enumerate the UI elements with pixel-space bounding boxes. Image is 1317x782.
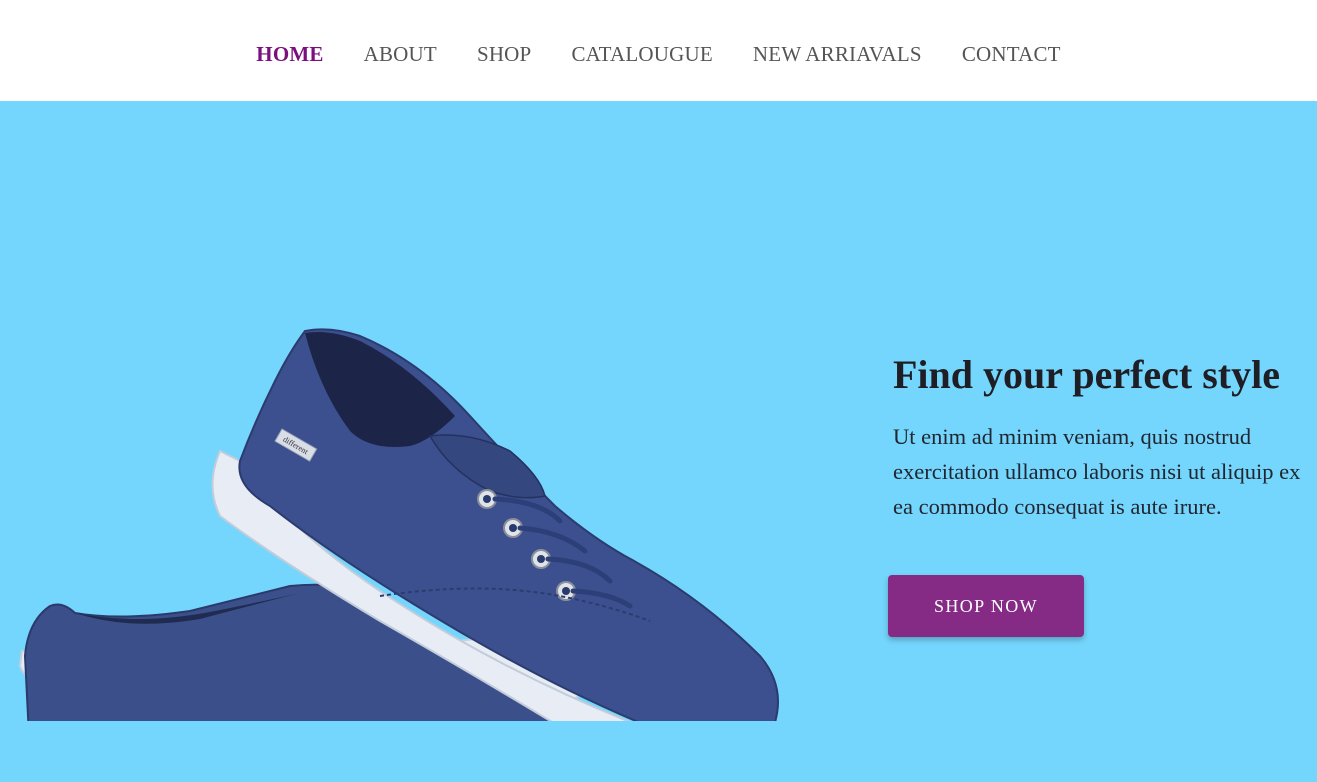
nav-item-contact[interactable]: CONTACT <box>942 42 1081 67</box>
nav-item-new-arrivals[interactable]: NEW ARRIAVALS <box>733 42 942 67</box>
nav-item-shop[interactable]: SHOP <box>457 42 552 67</box>
shop-now-button[interactable]: SHOP NOW <box>888 575 1084 637</box>
hero-content: Find your perfect style Ut enim ad minim… <box>893 353 1308 524</box>
hero-section: different Find your perfect style Ut eni… <box>0 101 1317 782</box>
hero-description: Ut enim ad minim veniam, quis nostrud ex… <box>893 424 1301 519</box>
hero-title: Find your perfect style <box>893 352 1280 397</box>
nav-item-about[interactable]: ABOUT <box>344 42 457 67</box>
nav-item-catalogue[interactable]: CATALOUGUE <box>551 42 732 67</box>
hero-shoes-image: different <box>18 328 779 721</box>
main-navigation: HOME ABOUT SHOP CATALOUGUE NEW ARRIAVALS… <box>0 0 1317 101</box>
nav-list: HOME ABOUT SHOP CATALOUGUE NEW ARRIAVALS… <box>236 42 1080 67</box>
nav-item-home[interactable]: HOME <box>236 42 343 67</box>
